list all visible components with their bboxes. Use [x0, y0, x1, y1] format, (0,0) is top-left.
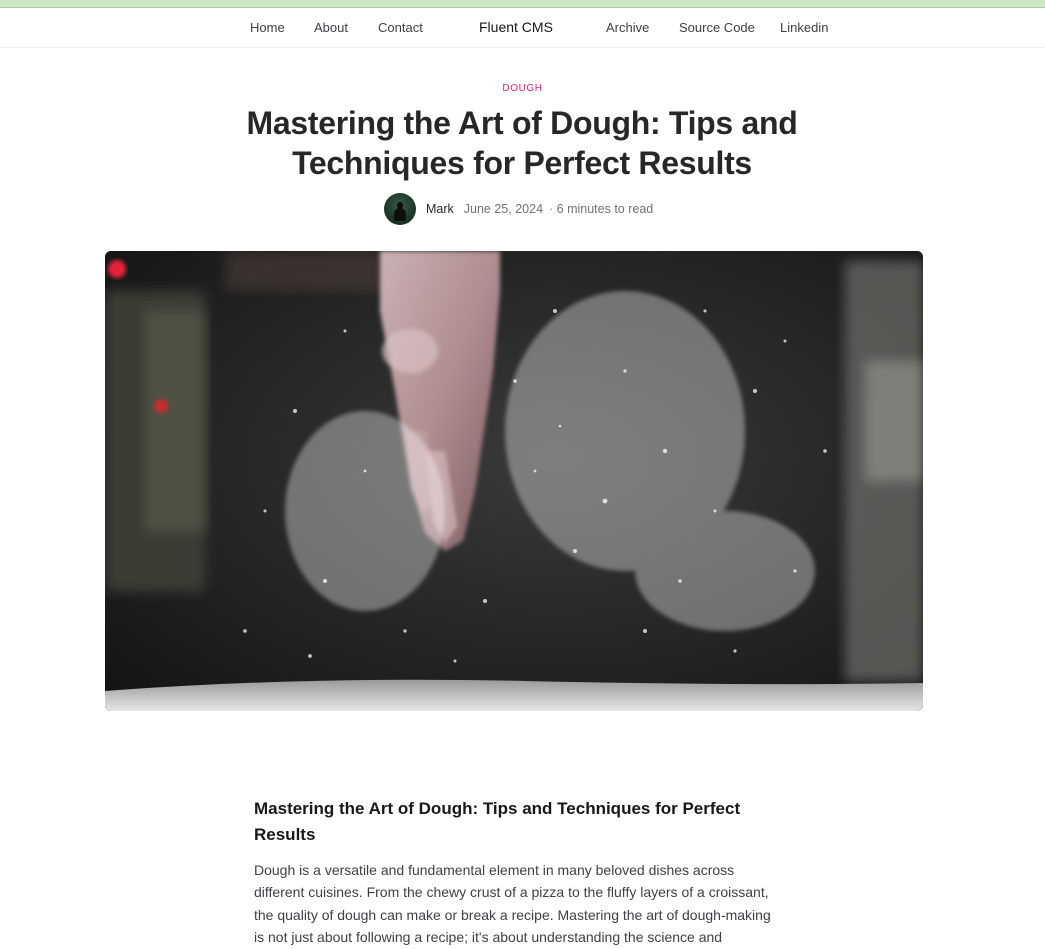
nav-link-archive[interactable]: Archive: [606, 20, 649, 35]
author-name[interactable]: Mark: [426, 202, 454, 216]
article-heading: Mastering the Art of Dough: Tips and Tec…: [254, 799, 741, 844]
article-body: Mastering the Art of Dough: Tips and Tec…: [254, 796, 774, 949]
post-category-tag[interactable]: DOUGH: [0, 83, 1045, 94]
post-date: June 25, 2024: [463, 202, 544, 216]
read-time: · 6 minutes to read: [549, 202, 654, 216]
nav-link-home[interactable]: Home: [250, 20, 285, 35]
nav-link-contact[interactable]: Contact: [378, 20, 423, 35]
nav-link-source-code[interactable]: Source Code: [679, 20, 755, 35]
article-intro-paragraph: Dough is a versatile and fundamental ele…: [254, 862, 771, 946]
author-avatar[interactable]: [384, 193, 416, 225]
site-brand-link[interactable]: Fluent CMS: [479, 19, 553, 35]
post-meta: Mark June 25, 2024 · 6 minutes to read: [384, 193, 653, 225]
main-navigation: Home About Contact Fluent CMS Archive So…: [0, 7, 1045, 48]
post-title: Mastering the Art of Dough: Tips and Tec…: [246, 105, 798, 181]
nav-link-about[interactable]: About: [314, 20, 348, 35]
nav-link-linkedin[interactable]: Linkedin: [780, 20, 828, 35]
hero-image: [105, 251, 923, 711]
